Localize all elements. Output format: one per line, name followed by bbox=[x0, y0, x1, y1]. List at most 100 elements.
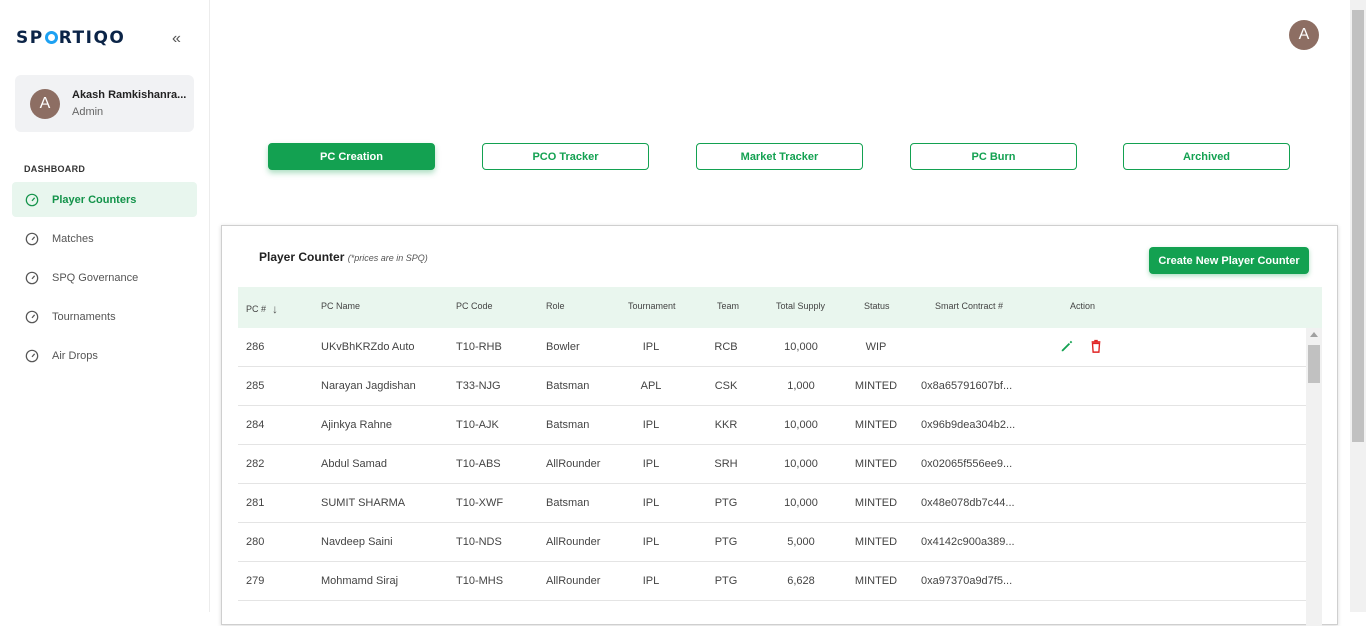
table-row[interactable]: 279 Mohmamd Siraj T10-MHS AllRounder IPL… bbox=[238, 562, 1306, 601]
cell-status: MINTED bbox=[854, 380, 898, 392]
cell-pc-code: T10-XWF bbox=[456, 497, 504, 509]
sidebar-item-label: SPQ Governance bbox=[52, 271, 139, 284]
table-row[interactable]: 286 UKvBhKRZdo Auto T10-RHB Bowler IPL R… bbox=[238, 328, 1306, 367]
column-header-status: Status bbox=[864, 301, 890, 311]
nav-heading-dashboard: DASHBOARD bbox=[24, 164, 86, 174]
page-scrollbar-thumb[interactable] bbox=[1352, 10, 1364, 442]
cell-tournament: APL bbox=[640, 380, 662, 392]
cell-pc-code: T10-MHS bbox=[456, 575, 504, 587]
cell-tournament: IPL bbox=[642, 458, 660, 470]
column-header-smart-contract: Smart Contract # bbox=[935, 301, 1004, 311]
table-header: PC # ↓ PC Name PC Code Role Tournament Te… bbox=[238, 287, 1322, 328]
cell-team: KKR bbox=[714, 419, 738, 431]
cell-pc-number: 282 bbox=[246, 458, 265, 470]
cell-status: MINTED bbox=[854, 536, 898, 548]
column-header-role: Role bbox=[546, 301, 565, 311]
table-row[interactable]: 285 Narayan Jagdishan T33-NJG Batsman AP… bbox=[238, 367, 1306, 406]
cell-tournament: IPL bbox=[642, 536, 660, 548]
table-scrollbar-thumb[interactable] bbox=[1308, 345, 1320, 383]
tab-pc-burn[interactable]: PC Burn bbox=[910, 143, 1077, 170]
gauge-icon bbox=[25, 271, 39, 284]
table-body: 286 UKvBhKRZdo Auto T10-RHB Bowler IPL R… bbox=[238, 328, 1306, 626]
tab-pc-creation[interactable]: PC Creation bbox=[268, 143, 435, 170]
sort-arrow-down-icon[interactable]: ↓ bbox=[272, 302, 278, 316]
sidebar: SP RTIQO « A Akash Ramkishanra... Admin D… bbox=[0, 0, 210, 612]
player-counter-card: Player Counter (*prices are in SPQ) Crea… bbox=[221, 225, 1338, 626]
column-header-pc-number[interactable]: PC # ↓ bbox=[246, 301, 278, 316]
cell-smart-contract: 0xa97370a9d7f5... bbox=[921, 575, 1013, 587]
cell-pc-name: Narayan Jagdishan bbox=[321, 380, 416, 392]
cell-team: RCB bbox=[714, 341, 738, 353]
edit-pencil-icon[interactable] bbox=[1060, 339, 1074, 353]
cell-role: AllRounder bbox=[546, 536, 601, 548]
cell-team: PTG bbox=[714, 575, 738, 587]
cell-smart-contract: 0x8a65791607bf... bbox=[921, 380, 1013, 392]
collapse-sidebar-icon[interactable]: « bbox=[172, 30, 181, 48]
cell-pc-code: T10-AJK bbox=[456, 419, 499, 431]
cell-role: AllRounder bbox=[546, 575, 601, 587]
user-role: Admin bbox=[72, 106, 104, 118]
cell-pc-number: 281 bbox=[246, 497, 265, 509]
cell-pc-name: UKvBhKRZdo Auto bbox=[321, 341, 415, 353]
cell-pc-code: T10-ABS bbox=[456, 458, 501, 470]
sidebar-item-tournaments[interactable]: Tournaments bbox=[12, 299, 197, 334]
sidebar-item-label: Tournaments bbox=[52, 310, 116, 323]
scroll-up-arrow-icon[interactable] bbox=[1310, 332, 1318, 337]
sidebar-item-matches[interactable]: Matches bbox=[12, 221, 197, 256]
column-header-pc-code: PC Code bbox=[456, 301, 493, 311]
tab-market-tracker[interactable]: Market Tracker bbox=[696, 143, 863, 170]
cell-total-supply: 5,000 bbox=[787, 536, 815, 548]
cell-team: SRH bbox=[714, 458, 738, 470]
sportiqo-logo[interactable]: SP RTIQO bbox=[16, 28, 125, 48]
sidebar-item-label: Air Drops bbox=[52, 349, 98, 362]
cell-status: MINTED bbox=[854, 458, 898, 470]
card-title: Player Counter (*prices are in SPQ) bbox=[259, 250, 428, 264]
column-header-team: Team bbox=[717, 301, 740, 311]
sidebar-item-label: Matches bbox=[52, 232, 94, 245]
avatar[interactable]: A bbox=[1289, 20, 1319, 50]
sidebar-item-spq-governance[interactable]: SPQ Governance bbox=[12, 260, 197, 295]
cell-total-supply: 10,000 bbox=[784, 458, 818, 470]
cell-tournament: IPL bbox=[642, 341, 660, 353]
tab-pco-tracker[interactable]: PCO Tracker bbox=[482, 143, 649, 170]
cell-status: MINTED bbox=[854, 419, 898, 431]
sidebar-item-label: Player Counters bbox=[52, 193, 137, 206]
cell-tournament: IPL bbox=[642, 419, 660, 431]
cell-pc-name: Abdul Samad bbox=[321, 458, 388, 470]
cell-total-supply: 10,000 bbox=[784, 419, 818, 431]
table-row[interactable]: 280 Navdeep Saini T10-NDS AllRounder IPL… bbox=[238, 523, 1306, 562]
cell-total-supply: 10,000 bbox=[784, 341, 818, 353]
cell-pc-code: T33-NJG bbox=[456, 380, 501, 392]
delete-trash-icon[interactable] bbox=[1089, 339, 1103, 353]
cell-pc-name: Ajinkya Rahne bbox=[321, 419, 392, 431]
create-player-counter-button[interactable]: Create New Player Counter bbox=[1149, 247, 1309, 274]
price-note: (*prices are in SPQ) bbox=[347, 253, 428, 263]
user-name: Akash Ramkishanra... bbox=[72, 89, 187, 101]
user-profile-card[interactable]: A Akash Ramkishanra... Admin bbox=[15, 75, 194, 132]
cell-pc-code: T10-NDS bbox=[456, 536, 502, 548]
table-row[interactable]: 281 SUMIT SHARMA T10-XWF Batsman IPL PTG… bbox=[238, 484, 1306, 523]
table-row[interactable]: 282 Abdul Samad T10-ABS AllRounder IPL S… bbox=[238, 445, 1306, 484]
cell-smart-contract: 0x96b9dea304b2... bbox=[921, 419, 1016, 431]
cell-pc-name: Navdeep Saini bbox=[321, 536, 393, 548]
avatar: A bbox=[30, 89, 60, 119]
sidebar-item-player-counters[interactable]: Player Counters bbox=[12, 182, 197, 217]
cell-smart-contract: 0x02065f556ee9... bbox=[921, 458, 1013, 470]
table-row[interactable]: 284 Ajinkya Rahne T10-AJK Batsman IPL KK… bbox=[238, 406, 1306, 445]
cell-total-supply: 1,000 bbox=[787, 380, 815, 392]
cell-tournament: IPL bbox=[642, 497, 660, 509]
cell-pc-name: SUMIT SHARMA bbox=[321, 497, 406, 509]
tab-archived[interactable]: Archived bbox=[1123, 143, 1290, 170]
cell-tournament: IPL bbox=[642, 575, 660, 587]
cell-smart-contract: 0x48e078db7c44... bbox=[921, 497, 1015, 509]
cell-total-supply: 6,628 bbox=[787, 575, 815, 587]
cell-role: Bowler bbox=[546, 341, 580, 353]
page-scrollbar[interactable] bbox=[1350, 0, 1366, 612]
table-scrollbar[interactable] bbox=[1306, 328, 1322, 626]
column-header-pc-name: PC Name bbox=[321, 301, 361, 311]
cell-status: WIP bbox=[865, 341, 887, 353]
cell-status: MINTED bbox=[854, 575, 898, 587]
gauge-icon bbox=[25, 232, 39, 245]
sidebar-item-air-drops[interactable]: Air Drops bbox=[12, 338, 197, 373]
column-header-tournament: Tournament bbox=[628, 301, 676, 311]
